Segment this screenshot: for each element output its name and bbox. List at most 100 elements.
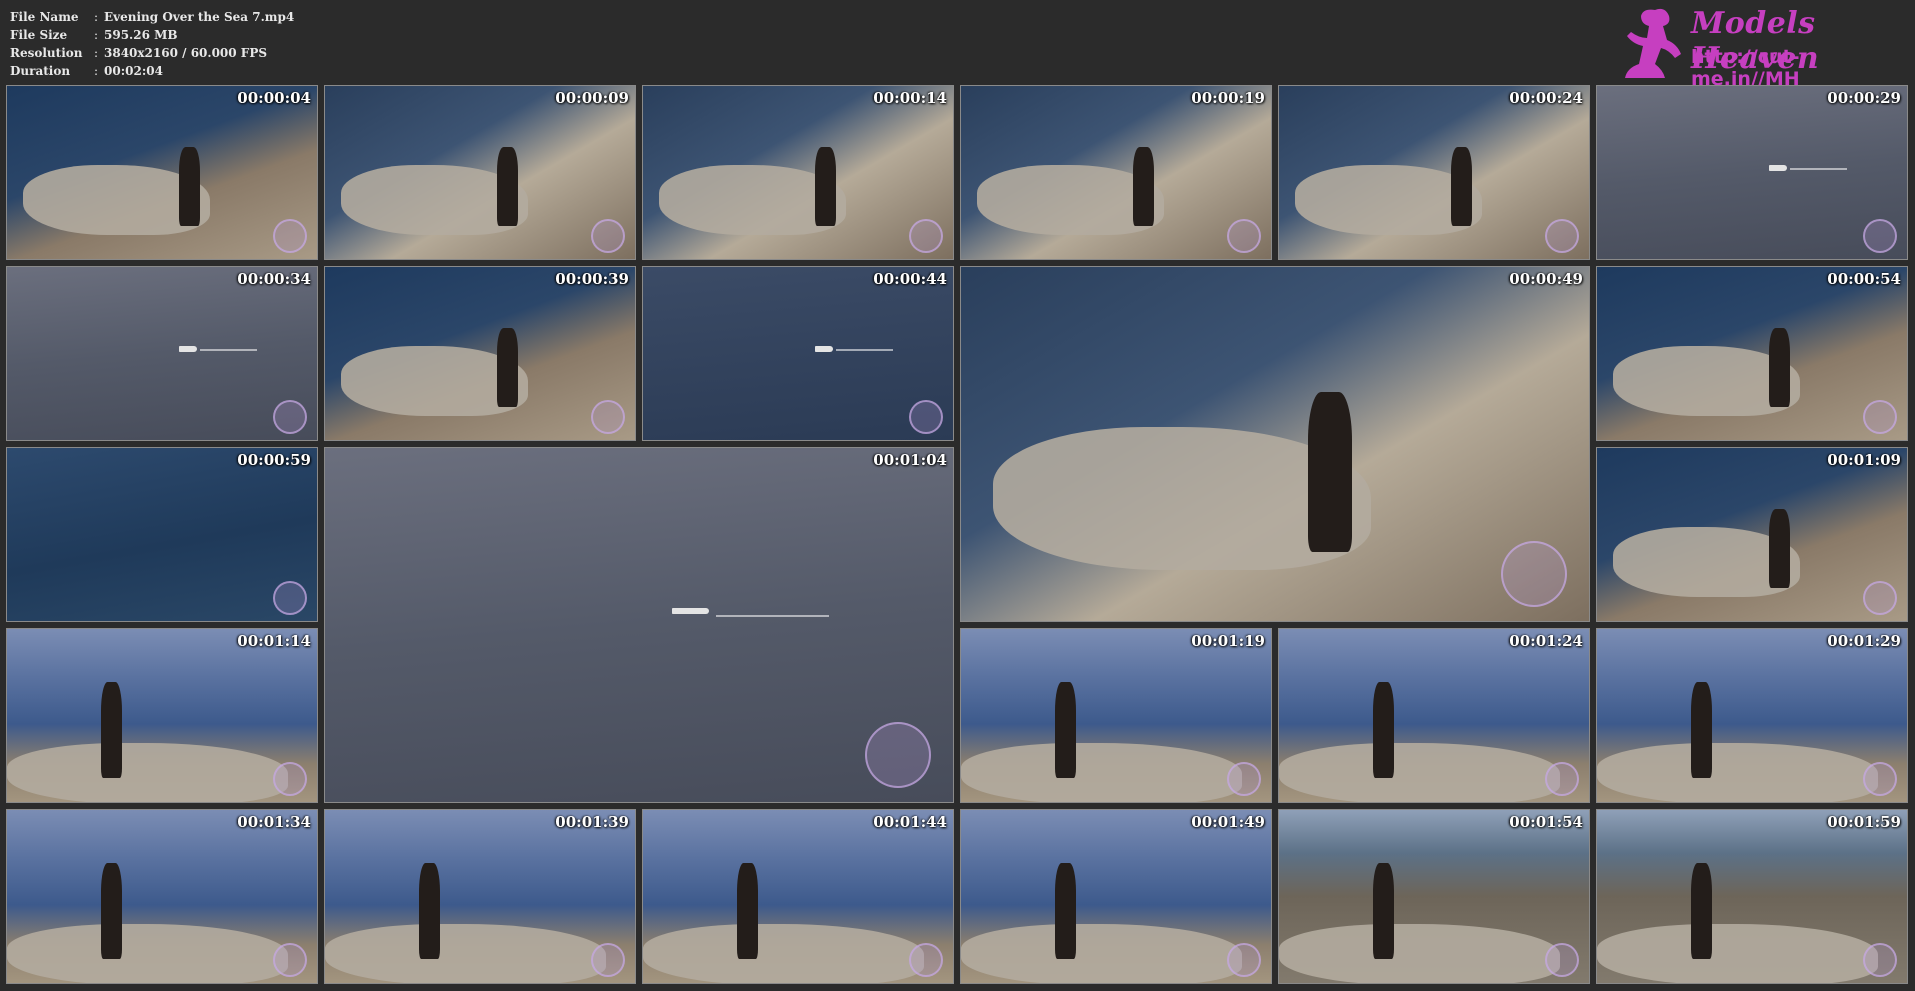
rock-shape	[7, 923, 288, 983]
file-info: File Name : Evening Over the Sea 7.mp4 F…	[10, 8, 294, 80]
watermark-icon	[1227, 762, 1261, 796]
separator: :	[93, 10, 99, 24]
video-thumbnail: 00:00:34	[6, 266, 318, 441]
person-figure	[1450, 147, 1473, 226]
timestamp-label: 00:00:54	[1827, 270, 1901, 288]
rock-shape	[1597, 742, 1878, 802]
file-size-value: 595.26 MB	[104, 28, 178, 42]
timestamp-label: 00:01:24	[1509, 632, 1583, 650]
timestamp-label: 00:01:14	[237, 632, 311, 650]
person-figure	[1054, 681, 1077, 778]
timestamp-label: 00:00:29	[1827, 89, 1901, 107]
watermark-icon	[273, 762, 307, 796]
video-thumbnail: 00:01:29	[1596, 628, 1908, 803]
watermark-icon	[273, 943, 307, 977]
watermark-icon	[591, 943, 625, 977]
timestamp-label: 00:01:54	[1509, 813, 1583, 831]
file-name-value: Evening Over the Sea 7.mp4	[104, 10, 295, 24]
resolution-label: Resolution	[10, 46, 83, 60]
file-size-row: File Size : 595.26 MB	[10, 26, 294, 44]
person-figure	[1690, 681, 1713, 778]
duration-label: Duration	[10, 64, 71, 78]
person-figure	[736, 862, 759, 959]
video-thumbnail: 00:01:44	[642, 809, 954, 984]
video-thumbnail: 00:00:14	[642, 85, 954, 260]
duration-row: Duration : 00:02:04	[10, 62, 294, 80]
video-thumbnail: 00:00:04	[6, 85, 318, 260]
watermark-icon	[273, 400, 307, 434]
person-figure	[100, 681, 123, 778]
models-heaven-logo: Models Heaven http://cut-me.in//MH	[1607, 2, 1907, 90]
watermark-icon	[1545, 219, 1579, 253]
video-thumbnail: 00:01:24	[1278, 628, 1590, 803]
video-thumbnail: 00:00:44	[642, 266, 954, 441]
video-thumbnail: 00:01:14	[6, 628, 318, 803]
watermark-icon	[865, 722, 931, 788]
video-thumbnail: 00:00:29	[1596, 85, 1908, 260]
person-figure	[496, 147, 519, 226]
video-thumbnail: 00:00:54	[1596, 266, 1908, 441]
rock-shape	[1597, 923, 1878, 983]
video-thumbnail: 00:00:39	[324, 266, 636, 441]
watermark-icon	[1545, 943, 1579, 977]
boat-shape	[1768, 164, 1788, 171]
video-thumbnail: 00:00:49	[960, 266, 1590, 622]
watermark-icon	[909, 219, 943, 253]
rock-shape	[961, 742, 1242, 802]
separator: :	[93, 64, 99, 78]
video-thumbnail: 00:01:54	[1278, 809, 1590, 984]
rock-shape	[1279, 742, 1560, 802]
person-figure	[814, 147, 837, 226]
timestamp-label: 00:00:14	[873, 89, 947, 107]
timestamp-label: 00:00:44	[873, 270, 947, 288]
boat-wake	[836, 349, 893, 352]
person-figure	[1307, 391, 1352, 552]
video-thumbnail: 00:01:59	[1596, 809, 1908, 984]
person-figure	[1054, 862, 1077, 959]
boat-shape	[814, 345, 834, 352]
file-size-label: File Size	[10, 28, 68, 42]
timestamp-label: 00:01:19	[1191, 632, 1265, 650]
watermark-icon	[1863, 762, 1897, 796]
file-name-row: File Name : Evening Over the Sea 7.mp4	[10, 8, 294, 26]
boat-shape	[178, 345, 198, 352]
timestamp-label: 00:00:04	[237, 89, 311, 107]
person-figure	[1768, 509, 1791, 588]
watermark-icon	[591, 400, 625, 434]
boat-wake	[1790, 168, 1847, 171]
rock-shape	[7, 742, 288, 802]
watermark-icon	[1545, 762, 1579, 796]
video-thumbnail: 00:01:49	[960, 809, 1272, 984]
person-figure	[496, 328, 519, 407]
timestamp-label: 00:00:59	[237, 451, 311, 469]
video-thumbnail: 00:00:09	[324, 85, 636, 260]
rock-shape	[325, 923, 606, 983]
person-figure	[1690, 862, 1713, 959]
watermark-icon	[1863, 581, 1897, 615]
rock-shape	[1279, 923, 1560, 983]
boat-wake	[200, 349, 257, 352]
video-thumbnail: 00:01:04	[324, 447, 954, 803]
timestamp-label: 00:00:34	[237, 270, 311, 288]
watermark-icon	[1863, 219, 1897, 253]
person-figure	[1132, 147, 1155, 226]
resolution-row: Resolution : 3840x2160 / 60.000 FPS	[10, 44, 294, 62]
silhouette-icon	[1625, 8, 1681, 78]
timestamp-label: 00:00:39	[555, 270, 629, 288]
video-thumbnail: 00:01:09	[1596, 447, 1908, 622]
watermark-icon	[1227, 219, 1261, 253]
watermark-icon	[1501, 541, 1567, 607]
resolution-value: 3840x2160 / 60.000 FPS	[104, 46, 268, 60]
timestamp-label: 00:00:49	[1509, 270, 1583, 288]
rock-shape	[643, 923, 924, 983]
timestamp-label: 00:01:29	[1827, 632, 1901, 650]
boat-shape	[671, 608, 710, 615]
timestamp-label: 00:01:44	[873, 813, 947, 831]
video-thumbnail: 00:00:59	[6, 447, 318, 622]
timestamp-label: 00:01:09	[1827, 451, 1901, 469]
separator: :	[93, 28, 99, 42]
watermark-icon	[1863, 943, 1897, 977]
timestamp-label: 00:00:24	[1509, 89, 1583, 107]
timestamp-label: 00:00:09	[555, 89, 629, 107]
video-thumbnail: 00:01:39	[324, 809, 636, 984]
